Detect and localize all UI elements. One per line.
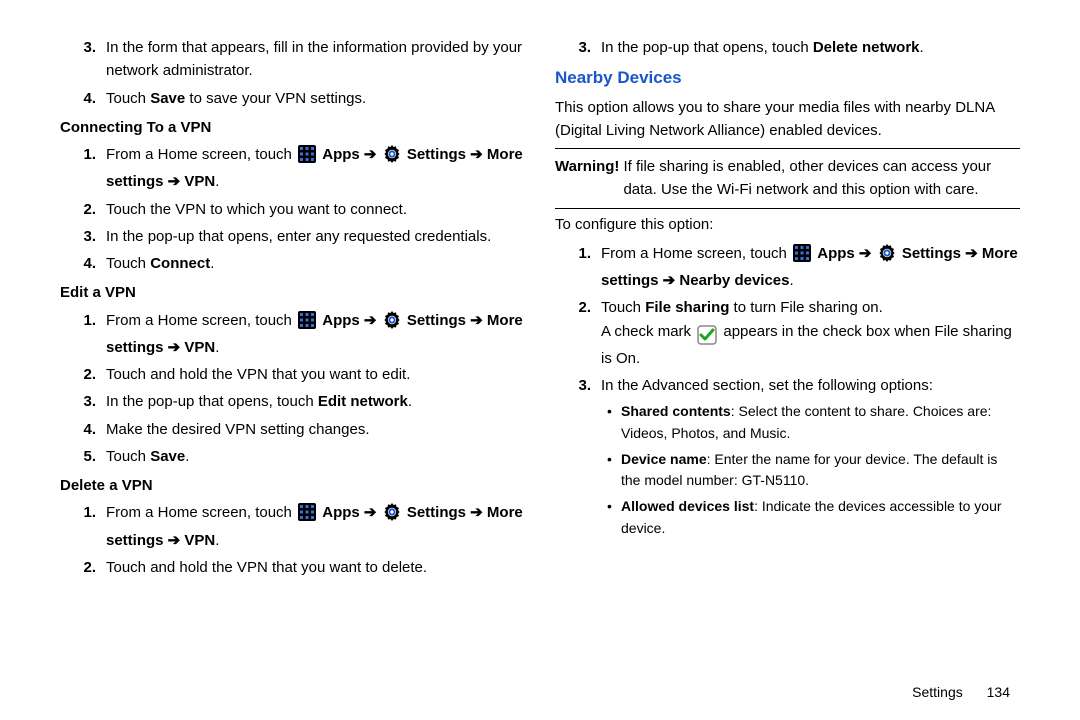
divider [555,208,1020,209]
advanced-options: Shared contents: Select the content to s… [601,401,1020,539]
list-item: 3.In the pop-up that opens, touch Delete… [595,36,1020,59]
continuing-list: 3.In the form that appears, fill in the … [60,36,525,110]
right-column: 3.In the pop-up that opens, touch Delete… [555,32,1020,670]
list-item: 4.Make the desired VPN setting changes. [100,418,525,441]
list-item: 3.In the pop-up that opens, touch Edit n… [100,390,525,413]
list-item: 3. In the Advanced section, set the foll… [595,374,1020,539]
bullet-item: Allowed devices list: Indicate the devic… [621,496,1020,539]
configure-intro: To configure this option: [555,213,1020,236]
settings-gear-icon [878,244,896,269]
divider [555,148,1020,149]
connecting-steps: 1. From a Home screen, touch Apps ➔ Sett… [60,143,525,275]
list-item: 2.Touch and hold the VPN that you want t… [100,556,525,579]
page-footer: Settings 134 [0,680,1080,700]
apps-icon [298,311,316,336]
configure-steps: 1. From a Home screen, touch Apps ➔ Sett… [555,242,1020,540]
subheading-delete: Delete a VPN [60,474,525,497]
warning-block: Warning! If file sharing is enabled, oth… [555,155,1020,202]
section-nearby-devices: Nearby Devices [555,65,1020,91]
intro-paragraph: This option allows you to share your med… [555,96,1020,143]
apps-icon [298,145,316,170]
list-item: 3.In the pop-up that opens, enter any re… [100,225,525,248]
settings-gear-icon [383,503,401,528]
list-item: 3.In the form that appears, fill in the … [100,36,525,83]
edit-steps: 1. From a Home screen, touch Apps ➔ Sett… [60,309,525,469]
list-item: 1. From a Home screen, touch Apps ➔ Sett… [595,242,1020,293]
warning-text: If file sharing is enabled, other device… [623,155,1020,202]
page-body: 3.In the form that appears, fill in the … [0,0,1080,680]
footer-section: Settings [912,684,963,700]
checkmark-icon [697,324,717,347]
list-item: 4.Touch Connect. [100,252,525,275]
bullet-item: Device name: Enter the name for your dev… [621,449,1020,492]
list-item: 1. From a Home screen, touch Apps ➔ Sett… [100,143,525,194]
settings-gear-icon [383,311,401,336]
warning-label: Warning! [555,155,619,202]
list-item: 1. From a Home screen, touch Apps ➔ Sett… [100,501,525,552]
subheading-edit: Edit a VPN [60,281,525,304]
list-item: 1. From a Home screen, touch Apps ➔ Sett… [100,309,525,360]
list-item: 4.Touch Save to save your VPN settings. [100,87,525,110]
continuing-list-right: 3.In the pop-up that opens, touch Delete… [555,36,1020,59]
settings-gear-icon [383,145,401,170]
bullet-item: Shared contents: Select the content to s… [621,401,1020,444]
list-item: 2. Touch File sharing to turn File shari… [595,296,1020,370]
list-item: 2.Touch and hold the VPN that you want t… [100,363,525,386]
apps-icon [298,503,316,528]
footer-page-number: 134 [987,684,1010,700]
subheading-connecting: Connecting To a VPN [60,116,525,139]
delete-steps: 1. From a Home screen, touch Apps ➔ Sett… [60,501,525,579]
apps-icon [793,244,811,269]
left-column: 3.In the form that appears, fill in the … [60,32,525,670]
list-item: 2.Touch the VPN to which you want to con… [100,198,525,221]
list-item: 5.Touch Save. [100,445,525,468]
